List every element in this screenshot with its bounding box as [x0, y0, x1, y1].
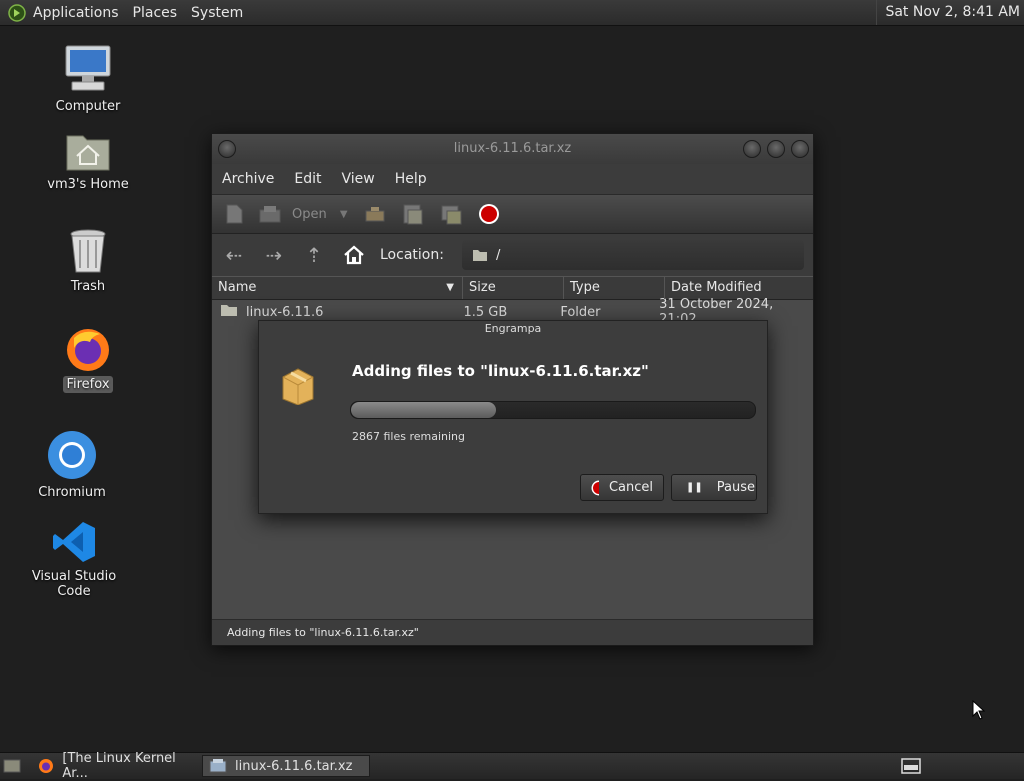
firefox-icon — [39, 759, 53, 773]
trash-icon — [68, 228, 108, 274]
dialog-heading: Adding files to "linux-6.11.6.tar.xz" — [352, 362, 649, 380]
column-headers: Name ▼ Size Type Date Modified — [212, 276, 813, 300]
extract-button[interactable] — [361, 200, 389, 228]
forward-button[interactable]: ⇢ — [260, 241, 288, 269]
stop-button[interactable] — [475, 200, 503, 228]
firefox-icon — [64, 326, 112, 372]
desktop-icon-label: vm3's Home — [47, 177, 129, 192]
row-type: Folder — [560, 304, 601, 320]
desktop-icon-vscode[interactable]: Visual Studio Code — [12, 520, 136, 600]
computer-icon — [64, 44, 112, 94]
up-arrow-icon: ⇡ — [305, 243, 323, 267]
folder-icon — [220, 303, 238, 321]
minimize-button[interactable] — [743, 140, 761, 158]
maximize-button[interactable] — [767, 140, 785, 158]
desktop-icon-firefox[interactable]: Firefox — [48, 326, 128, 393]
extract-icon — [365, 207, 385, 222]
new-archive-button[interactable] — [220, 200, 248, 228]
column-header-type[interactable]: Type — [564, 277, 665, 299]
menu-bar: Archive Edit View Help — [212, 164, 813, 194]
column-header-name[interactable]: Name ▼ — [212, 277, 463, 299]
desktop-icon-computer[interactable]: Computer — [48, 44, 128, 115]
add-folder-icon — [441, 205, 462, 225]
taskbar-item-archive[interactable]: linux-6.11.6.tar.xz — [202, 755, 370, 777]
back-arrow-icon: ⇠ — [225, 243, 243, 267]
workspace-switcher[interactable] — [900, 756, 922, 776]
window-title: linux-6.11.6.tar.xz — [453, 141, 572, 156]
home-icon — [344, 245, 364, 265]
archive-manager-icon — [209, 759, 227, 773]
close-button[interactable] — [791, 140, 809, 158]
progress-fill — [351, 402, 497, 418]
menu-edit[interactable]: Edit — [284, 171, 331, 187]
menu-archive[interactable]: Archive — [212, 171, 284, 187]
stop-icon — [591, 480, 599, 495]
top-panel: Applications Places System Sat Nov 2, 8:… — [0, 0, 1024, 26]
show-desktop-button[interactable] — [2, 756, 22, 776]
vscode-icon — [51, 520, 97, 564]
window-titlebar[interactable]: linux-6.11.6.tar.xz — [212, 134, 813, 164]
column-header-modified[interactable]: Date Modified — [665, 277, 813, 299]
open-label: Open — [292, 206, 327, 222]
up-button[interactable]: ⇡ — [300, 241, 328, 269]
dialog-title[interactable]: Engrampa — [259, 321, 767, 339]
location-path: / — [495, 247, 501, 263]
forward-arrow-icon: ⇢ — [265, 243, 283, 267]
sort-descending-icon: ▼ — [446, 282, 454, 293]
add-folder-button[interactable] — [437, 200, 465, 228]
system-menu[interactable]: System — [184, 5, 250, 21]
location-label: Location: — [380, 247, 444, 263]
home-folder-icon — [65, 128, 111, 172]
back-button[interactable]: ⇠ — [220, 241, 248, 269]
archive-box-icon — [279, 363, 317, 409]
home-button[interactable] — [340, 241, 368, 269]
location-field[interactable]: / — [461, 240, 804, 270]
menu-view[interactable]: View — [332, 171, 385, 187]
folder-icon — [472, 250, 487, 261]
open-dropdown-button[interactable]: ▼ — [337, 200, 351, 228]
chromium-icon — [47, 430, 97, 480]
add-files-button[interactable] — [399, 200, 427, 228]
workspace-icon — [901, 758, 921, 774]
desktop-icon-label: Firefox — [63, 376, 113, 393]
applications-menu[interactable]: Applications — [26, 5, 126, 21]
places-menu[interactable]: Places — [126, 5, 185, 21]
toolbar: Open ▼ — [212, 194, 813, 234]
pause-icon: ❚❚ — [686, 482, 703, 493]
desktop-icon-label: Computer — [55, 99, 121, 114]
window-menu-button[interactable] — [218, 140, 236, 158]
mate-logo-icon[interactable] — [8, 3, 26, 22]
desktop-icon-home[interactable]: vm3's Home — [43, 128, 133, 193]
add-files-icon — [403, 204, 423, 225]
show-desktop-icon — [3, 759, 21, 773]
taskbar-item-firefox[interactable]: [The Linux Kernel Ar... — [32, 751, 200, 781]
status-bar: Adding files to "linux-6.11.6.tar.xz" — [212, 619, 813, 645]
progress-dialog: Engrampa Adding files to "linux-6.11.6.t… — [258, 320, 768, 514]
files-remaining: 2867 files remaining — [352, 430, 466, 443]
mouse-pointer-icon — [972, 699, 986, 724]
desktop-icon-trash[interactable]: Trash — [48, 228, 128, 295]
progress-bar — [350, 401, 756, 419]
clock[interactable]: Sat Nov 2, 8:41 AM — [876, 0, 1020, 25]
row-name: linux-6.11.6 — [246, 304, 324, 320]
desktop-icon-label: Visual Studio Code — [31, 569, 117, 599]
column-header-size[interactable]: Size — [463, 277, 564, 299]
location-bar: ⇠ ⇢ ⇡ Location: / — [212, 234, 813, 276]
open-archive-icon — [259, 206, 281, 223]
new-archive-icon — [226, 204, 243, 224]
row-size: 1.5 GB — [463, 304, 508, 320]
desktop-icon-chromium[interactable]: Chromium — [30, 430, 114, 501]
cancel-button[interactable]: Cancel — [580, 474, 664, 501]
menu-help[interactable]: Help — [385, 171, 437, 187]
stop-icon — [478, 204, 499, 224]
bottom-panel: [The Linux Kernel Ar... linux-6.11.6.tar… — [0, 751, 1024, 781]
pause-button[interactable]: ❚❚ Pause — [671, 474, 757, 501]
desktop-icon-label: Chromium — [38, 485, 106, 500]
open-button[interactable]: Open — [258, 200, 327, 228]
desktop-icon-label: Trash — [70, 279, 106, 294]
